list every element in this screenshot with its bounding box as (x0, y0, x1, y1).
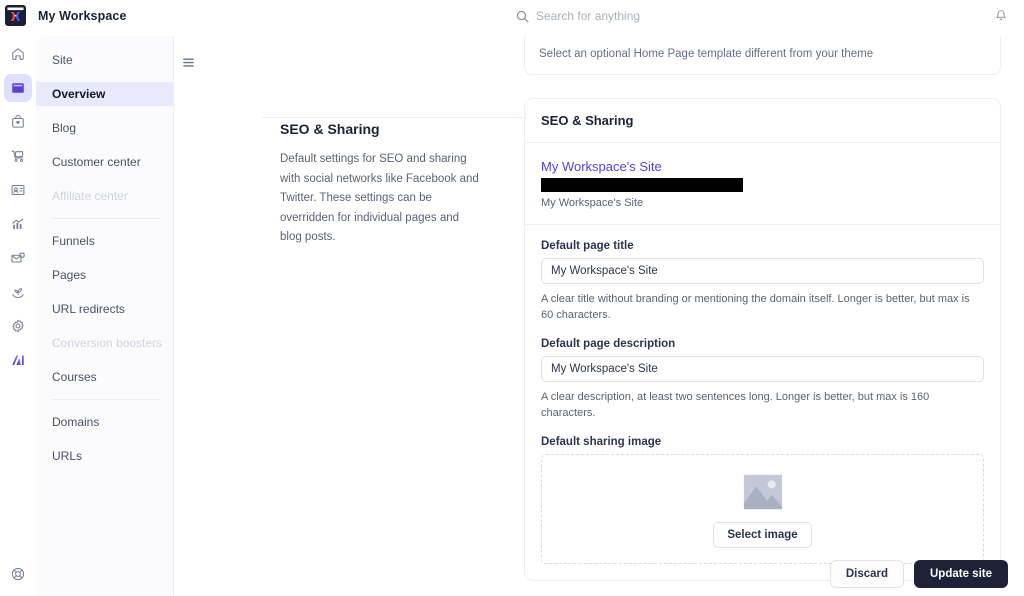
rail-bottom-group (0, 560, 36, 588)
default-page-title-label: Default page title (541, 240, 634, 252)
global-search[interactable]: Search for anything (516, 0, 640, 32)
rail-item-products[interactable] (4, 108, 32, 136)
seo-sharing-card: SEO & Sharing My Workspace's Site My Wor… (524, 98, 1001, 581)
cart-icon (11, 150, 24, 162)
menu-toggle-button[interactable] (182, 56, 195, 74)
subnav-header-site: Site (52, 53, 73, 67)
form-actions: Discard Update site (829, 560, 1008, 588)
sharing-image-dropzone[interactable]: Select image (541, 454, 984, 564)
default-page-description-label: Default page description (541, 338, 676, 350)
rail-item-settings[interactable] (4, 312, 32, 340)
subnav-divider-1 (52, 218, 159, 219)
gear-icon (12, 319, 24, 333)
workspace-title: My Workspace (38, 8, 127, 23)
default-page-title-input[interactable] (541, 258, 984, 284)
rail-item-marketing[interactable] (4, 244, 32, 272)
default-page-description-group: Default page description A clear descrip… (541, 338, 984, 421)
top-bar: My Workspace Search for anything (0, 0, 1024, 32)
serp-preview-url-redacted (541, 178, 743, 192)
sidebar-item-blog[interactable]: Blog (36, 116, 173, 140)
default-sharing-image-group: Default sharing image Select image (541, 436, 984, 564)
sidebar-item-overview[interactable]: Overview (36, 82, 173, 106)
marketing-email-icon (11, 252, 25, 263)
hamburger-menu-icon (183, 58, 194, 67)
contacts-icon (11, 185, 25, 195)
serp-preview-description: My Workspace's Site (541, 197, 644, 209)
site-icon (12, 83, 24, 93)
section-description: Default settings for SEO and sharing wit… (280, 153, 479, 243)
sidebar-item-affiliate-center: Affiliate center (52, 189, 128, 203)
default-page-title-group: Default page title A clear title without… (541, 240, 984, 323)
site-subnav: Site Overview Blog Customer center Affil… (36, 36, 174, 596)
default-page-title-help: A clear title without branding or mentio… (541, 293, 970, 321)
home-icon (12, 48, 24, 60)
growth-plant-icon (12, 288, 24, 298)
previous-section-card-tail: Select an optional Home Page template di… (524, 36, 1001, 75)
rail-item-site[interactable] (4, 74, 32, 102)
update-site-button[interactable]: Update site (914, 560, 1008, 588)
search-icon (516, 10, 529, 22)
subnav-divider-2 (52, 399, 159, 400)
card-inner-divider (525, 224, 1000, 225)
sidebar-item-domains[interactable]: Domains (36, 410, 173, 434)
image-placeholder-icon (743, 474, 782, 509)
serp-preview-title: My Workspace's Site (541, 159, 662, 174)
home-page-template-help: Select an optional Home Page template di… (539, 48, 874, 60)
analytics-icon (12, 218, 24, 229)
rail-item-help[interactable] (4, 560, 32, 588)
sidebar-item-urls[interactable]: URLs (36, 444, 173, 468)
workspace-logo-icon[interactable] (5, 5, 26, 26)
sidebar-item-funnels[interactable]: Funnels (36, 229, 173, 253)
bell-icon (996, 10, 1006, 21)
icon-rail (0, 32, 36, 596)
discard-button[interactable]: Discard (829, 560, 904, 588)
seo-section-intro: SEO & Sharing Default settings for SEO a… (280, 121, 480, 248)
rail-item-analytics[interactable] (4, 210, 32, 238)
section-title: SEO & Sharing (280, 121, 380, 137)
select-image-button[interactable]: Select image (713, 521, 812, 548)
sidebar-item-url-redirects[interactable]: URL redirects (36, 297, 173, 321)
app-root: My Workspace Search for anything Site Ov… (0, 0, 1024, 596)
sidebar-item-customer-center[interactable]: Customer center (36, 150, 173, 174)
card-body: My Workspace's Site My Workspace's Site … (525, 143, 1000, 580)
rail-item-growth[interactable] (4, 278, 32, 306)
search-input[interactable]: Search for anything (536, 9, 640, 23)
notifications-button[interactable] (986, 0, 1016, 32)
card-title: SEO & Sharing (525, 99, 1000, 143)
main-content: Select an optional Home Page template di… (174, 36, 1024, 596)
sidebar-item-conversion-boosters: Conversion boosters (52, 336, 163, 350)
rail-item-orders[interactable] (4, 142, 32, 170)
workspace-logo-glyph (6, 6, 25, 25)
serp-preview: My Workspace's Site My Workspace's Site (541, 159, 984, 209)
lifebuoy-help-icon (11, 567, 25, 581)
products-icon (12, 114, 24, 128)
rail-item-home[interactable] (4, 40, 32, 68)
default-sharing-image-label: Default sharing image (541, 436, 662, 448)
sidebar-item-pages[interactable]: Pages (36, 263, 173, 287)
sidebar-item-courses[interactable]: Courses (36, 365, 173, 389)
default-page-description-help: A clear description, at least two senten… (541, 391, 930, 419)
rail-item-ai[interactable] (4, 346, 32, 374)
ai-icon (11, 355, 24, 365)
default-page-description-input[interactable] (541, 356, 984, 382)
rail-item-contacts[interactable] (4, 176, 32, 204)
